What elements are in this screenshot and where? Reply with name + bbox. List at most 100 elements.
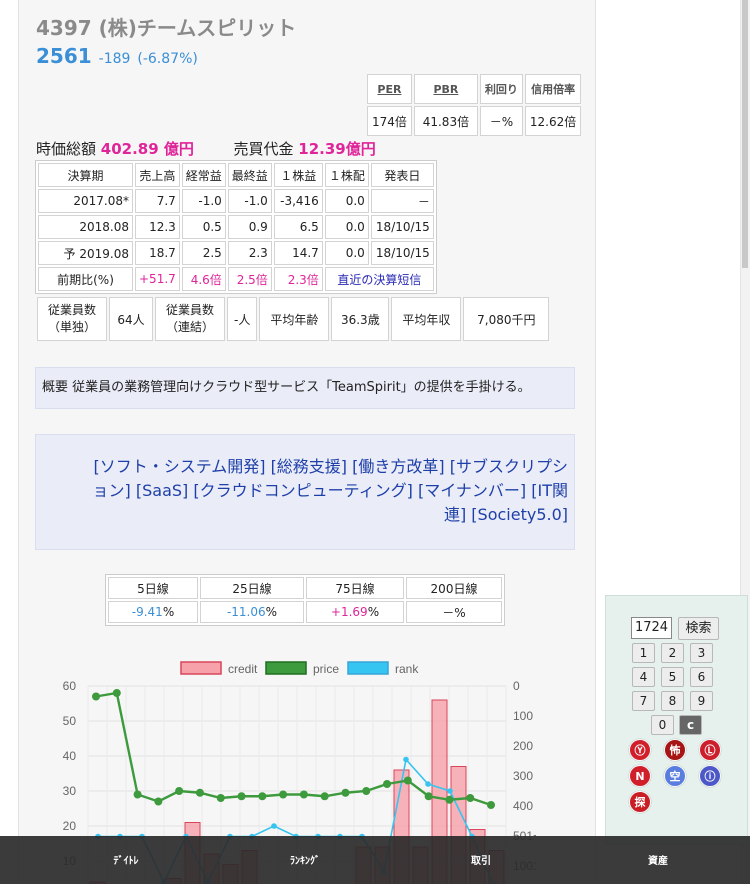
price-point xyxy=(466,794,475,802)
table-cell: 2.5倍 xyxy=(227,267,272,291)
y2-tick-label: 300 xyxy=(513,769,533,783)
legend-swatch xyxy=(180,661,222,675)
legend-swatch xyxy=(347,661,389,675)
moving-average-table: 5日線 25日線 75日線 200日線 -9.41% -11.06% +1.69… xyxy=(105,574,505,626)
earnings-header: １株益 xyxy=(273,163,323,187)
y2-tick-label: 200 xyxy=(513,739,533,753)
y2-tick-label: 0 xyxy=(513,679,520,693)
tag-link[interactable]: [ソフト・システム開発] xyxy=(93,457,265,476)
table-cell: 2.3 xyxy=(227,241,272,265)
key-5-button[interactable]: 5 xyxy=(661,667,684,687)
tag-link[interactable]: [Society5.0] xyxy=(471,505,568,524)
nav-trade[interactable]: 取引 xyxy=(421,836,541,884)
info-icon[interactable]: ⓘ xyxy=(699,765,721,787)
y-tick-label: 60 xyxy=(63,679,77,693)
key-8-button[interactable]: 8 xyxy=(661,691,684,711)
tag-link[interactable]: [マイナンバー] xyxy=(418,481,526,500)
employees-single-label: 従業員数 （単独） xyxy=(37,297,107,341)
earnings-header: １株配 xyxy=(324,163,369,187)
price-change-pct: (-6.87%) xyxy=(137,51,198,67)
ratio-table: PER PBR 利回り 信用倍率 174倍 41.83倍 －% 12.62倍 xyxy=(365,72,583,138)
price-point xyxy=(133,790,142,799)
ma-unit: % xyxy=(162,605,175,619)
table-cell: 18/10/15 xyxy=(370,241,434,265)
price-point xyxy=(403,776,412,785)
earnings-header: 最終益 xyxy=(227,163,272,187)
table-cell: － xyxy=(370,189,434,213)
key-0-button[interactable]: 0 xyxy=(651,715,674,735)
bottom-nav: ﾃﾞｲﾄﾚ ﾗﾝｷﾝｸﾞ 取引 資産 xyxy=(0,836,750,884)
price-point xyxy=(299,790,308,799)
key-2-button[interactable]: 2 xyxy=(661,643,684,663)
table-cell: -1.0 xyxy=(181,189,226,213)
nav-assets[interactable]: 資産 xyxy=(598,836,718,884)
ma-unit: % xyxy=(454,605,466,620)
ma-value: +1.69% xyxy=(306,601,404,623)
link-icon[interactable]: Ⓛ xyxy=(699,739,721,761)
key-1-button[interactable]: 1 xyxy=(632,643,655,663)
key-9-button[interactable]: 9 xyxy=(690,691,713,711)
market-cap-label: 時価総額 xyxy=(36,140,97,158)
nav-daytrade[interactable]: ﾃﾞｲﾄﾚ xyxy=(66,836,186,884)
table-cell: 0.9 xyxy=(227,215,272,239)
price-point xyxy=(362,787,371,795)
clear-button[interactable]: c xyxy=(679,715,702,735)
theme-tags: [ソフト・システム開発] [総務支援] [働き方改革] [サブスクリプション] … xyxy=(35,434,575,550)
yahoo-icon[interactable]: Ⓨ xyxy=(629,739,651,761)
legend-label: price xyxy=(313,662,339,676)
key-7-button[interactable]: 7 xyxy=(632,691,655,711)
ma-unit: % xyxy=(265,605,278,619)
employee-table: 従業員数 （単独） 64人 従業員数 （連結） -人 平均年齢 36.3歳 平均年収… xyxy=(35,295,551,343)
per-value: 174倍 xyxy=(367,106,412,136)
avg-age-value: 36.3歳 xyxy=(331,297,390,341)
table-cell: -3,416 xyxy=(273,189,323,213)
price-point xyxy=(216,794,225,802)
ma-value: -9.41% xyxy=(108,601,198,623)
ma-200-value: － xyxy=(442,605,455,620)
table-row: 2018.08 12.3 0.5 0.9 6.5 0.0 18/10/15 xyxy=(38,215,434,239)
key-3-button[interactable]: 3 xyxy=(690,643,713,663)
key-6-button[interactable]: 6 xyxy=(690,667,713,687)
yield-value: －% xyxy=(479,106,523,136)
table-cell: 0.5 xyxy=(181,215,226,239)
legend-swatch xyxy=(265,661,307,675)
scrollbar-thumb[interactable] xyxy=(742,0,748,268)
fear-icon[interactable]: 怖 xyxy=(664,739,686,761)
price-point xyxy=(175,787,184,795)
tag-link[interactable]: [働き方改革] xyxy=(352,457,445,476)
earnings-header: 経常益 xyxy=(181,163,226,187)
tag-link[interactable]: [SaaS] xyxy=(136,481,188,500)
table-cell: 0.0 xyxy=(324,189,369,213)
avg-income-label: 平均年収 xyxy=(391,297,462,341)
price-point xyxy=(383,780,392,788)
y2-tick-label: 400 xyxy=(513,799,533,813)
code-input[interactable]: 1724 xyxy=(631,617,672,639)
y-tick-label: 20 xyxy=(63,819,77,833)
table-cell: 18.7 xyxy=(135,241,180,265)
tag-link[interactable]: [総務支援] xyxy=(271,457,348,476)
ma-header: 25日線 xyxy=(200,577,304,599)
earnings-report-link[interactable]: 直近の決算短信 xyxy=(324,267,434,291)
search-button[interactable]: 検索 xyxy=(678,617,719,640)
table-cell: 4.6倍 xyxy=(181,267,226,291)
news-icon[interactable]: N xyxy=(629,765,651,787)
ma-value: －% xyxy=(406,601,502,623)
stock-price: 2561 -189 (-6.87%) xyxy=(36,44,198,68)
pbr-header[interactable]: PBR xyxy=(413,74,478,104)
per-header[interactable]: PER xyxy=(367,74,412,104)
price-point xyxy=(258,792,267,801)
tag-link[interactable]: [クラウドコンピューティング] xyxy=(193,481,413,500)
table-row: 予 2019.08 18.7 2.5 2.3 14.7 0.0 18/10/15 xyxy=(38,241,434,265)
legend-label: rank xyxy=(395,662,419,676)
price-point xyxy=(341,788,350,797)
table-cell: 2018.08 xyxy=(38,215,133,239)
key-4-button[interactable]: 4 xyxy=(632,667,655,687)
earnings-header: 決算期 xyxy=(38,163,133,187)
search-circle-icon[interactable]: 探 xyxy=(629,791,651,813)
nav-ranking[interactable]: ﾗﾝｷﾝｸﾞ xyxy=(245,836,365,884)
price-point xyxy=(237,792,246,801)
short-icon[interactable]: 空 xyxy=(664,765,686,787)
ma-header: 75日線 xyxy=(306,577,404,599)
y-tick-label: 30 xyxy=(63,784,77,798)
rank-point xyxy=(403,756,409,763)
